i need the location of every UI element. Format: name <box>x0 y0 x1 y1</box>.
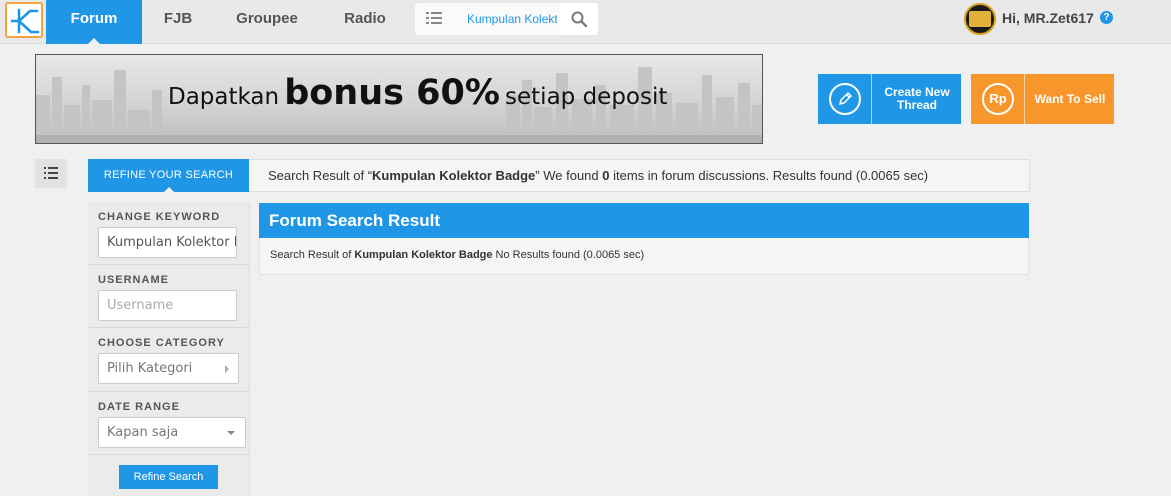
category-select[interactable]: Pilih Kategori <box>98 353 239 384</box>
want-to-sell-icon-wrap: Rp <box>971 74 1025 124</box>
avatar-image <box>969 11 991 27</box>
search-icon <box>571 11 587 27</box>
nav-groupee[interactable]: Groupee <box>226 0 308 44</box>
want-to-sell-label: Want To Sell <box>1034 91 1106 106</box>
username-section: USERNAME Username <box>88 265 250 328</box>
category-value: Pilih Kategori <box>107 361 193 376</box>
search-input[interactable]: Kumpulan Kolektor Badge <box>467 3 557 35</box>
create-thread-label: Create New Thread <box>873 74 961 124</box>
search-summary-text: Search Result of “Kumpulan Kolektor Badg… <box>268 168 928 183</box>
refine-search-button[interactable]: Refine Search <box>119 465 218 489</box>
search-button[interactable] <box>560 3 598 35</box>
list-icon <box>44 167 58 179</box>
refine-search-panel: CHANGE KEYWORD Kumpulan Kolektor Badge U… <box>88 202 250 496</box>
avatar[interactable] <box>964 3 996 35</box>
result-detail-prefix: Search Result of <box>270 249 355 261</box>
date-range-section: DATE RANGE Kapan saja <box>88 392 250 455</box>
keyword-input[interactable]: Kumpulan Kolektor Badge <box>98 227 237 258</box>
category-label: CHOOSE CATEGORY <box>98 337 225 349</box>
result-detail-query: Kumpulan Kolektor Badge <box>354 249 493 261</box>
result-detail-text: Search Result of Kumpulan Kolektor Badge… <box>270 249 644 261</box>
summary-count: 0 <box>602 168 610 183</box>
want-to-sell-button[interactable]: Rp Want To Sell <box>971 74 1114 124</box>
username-label: USERNAME <box>98 274 169 286</box>
keyword-label: CHANGE KEYWORD <box>98 211 221 223</box>
result-detail-suffix: No Results found (0.0065 sec) <box>492 249 645 261</box>
create-thread-label-line1: Create New <box>884 85 950 99</box>
banner-highlight: bonus 60% <box>284 73 500 113</box>
top-navbar: Forum FJB Groupee Radio Kumpulan Kolekto… <box>0 0 1171 44</box>
summary-suffix: items in forum discussions. Results foun… <box>609 168 929 183</box>
banner-prefix: Dapatkan <box>168 84 280 110</box>
banner-text: Dapatkan bonus 60% setiap deposit <box>168 73 667 113</box>
category-section: CHOOSE CATEGORY Pilih Kategori <box>88 328 250 392</box>
nav-forum[interactable]: Forum <box>46 0 142 44</box>
nav-radio[interactable]: Radio <box>332 0 398 44</box>
promo-banner[interactable]: Dapatkan bonus 60% setiap deposit <box>35 54 763 144</box>
username-placeholder: Username <box>107 298 174 313</box>
result-body: Search Result of Kumpulan Kolektor Badge… <box>259 238 1029 275</box>
date-range-select[interactable]: Kapan saja <box>98 417 246 448</box>
date-range-value: Kapan saja <box>107 425 179 440</box>
summary-prefix: Search Result of “ <box>268 168 373 183</box>
create-thread-icon-wrap <box>818 74 872 124</box>
banner-suffix: setiap deposit <box>505 84 668 110</box>
summary-middle: ” We found <box>535 168 603 183</box>
tab-refine-search[interactable]: REFINE YOUR SEARCH <box>88 159 249 192</box>
kaskus-logo[interactable] <box>5 2 43 38</box>
nav-fjb[interactable]: FJB <box>152 0 204 44</box>
kaskus-k-logo-icon <box>10 8 40 34</box>
sidebar-toggle-button[interactable] <box>35 159 67 188</box>
date-range-label: DATE RANGE <box>98 401 180 413</box>
result-title: Forum Search Result <box>259 203 1029 238</box>
username-input[interactable]: Username <box>98 290 237 321</box>
chevron-right-icon <box>225 365 229 373</box>
keyword-section: CHANGE KEYWORD Kumpulan Kolektor Badge <box>88 202 250 265</box>
summary-query: Kumpulan Kolektor Badge <box>372 168 536 183</box>
rupiah-icon: Rp <box>982 83 1014 115</box>
list-icon[interactable] <box>426 12 442 24</box>
user-greeting[interactable]: Hi, MR.Zet617 <box>1002 10 1094 26</box>
search-box: Kumpulan Kolektor Badge <box>415 3 598 35</box>
pencil-icon <box>829 83 861 115</box>
create-thread-button[interactable]: Create New Thread <box>818 74 961 124</box>
chevron-down-icon <box>227 431 235 435</box>
create-thread-label-line2: Thread <box>896 98 937 112</box>
help-icon[interactable]: ? <box>1100 11 1113 24</box>
